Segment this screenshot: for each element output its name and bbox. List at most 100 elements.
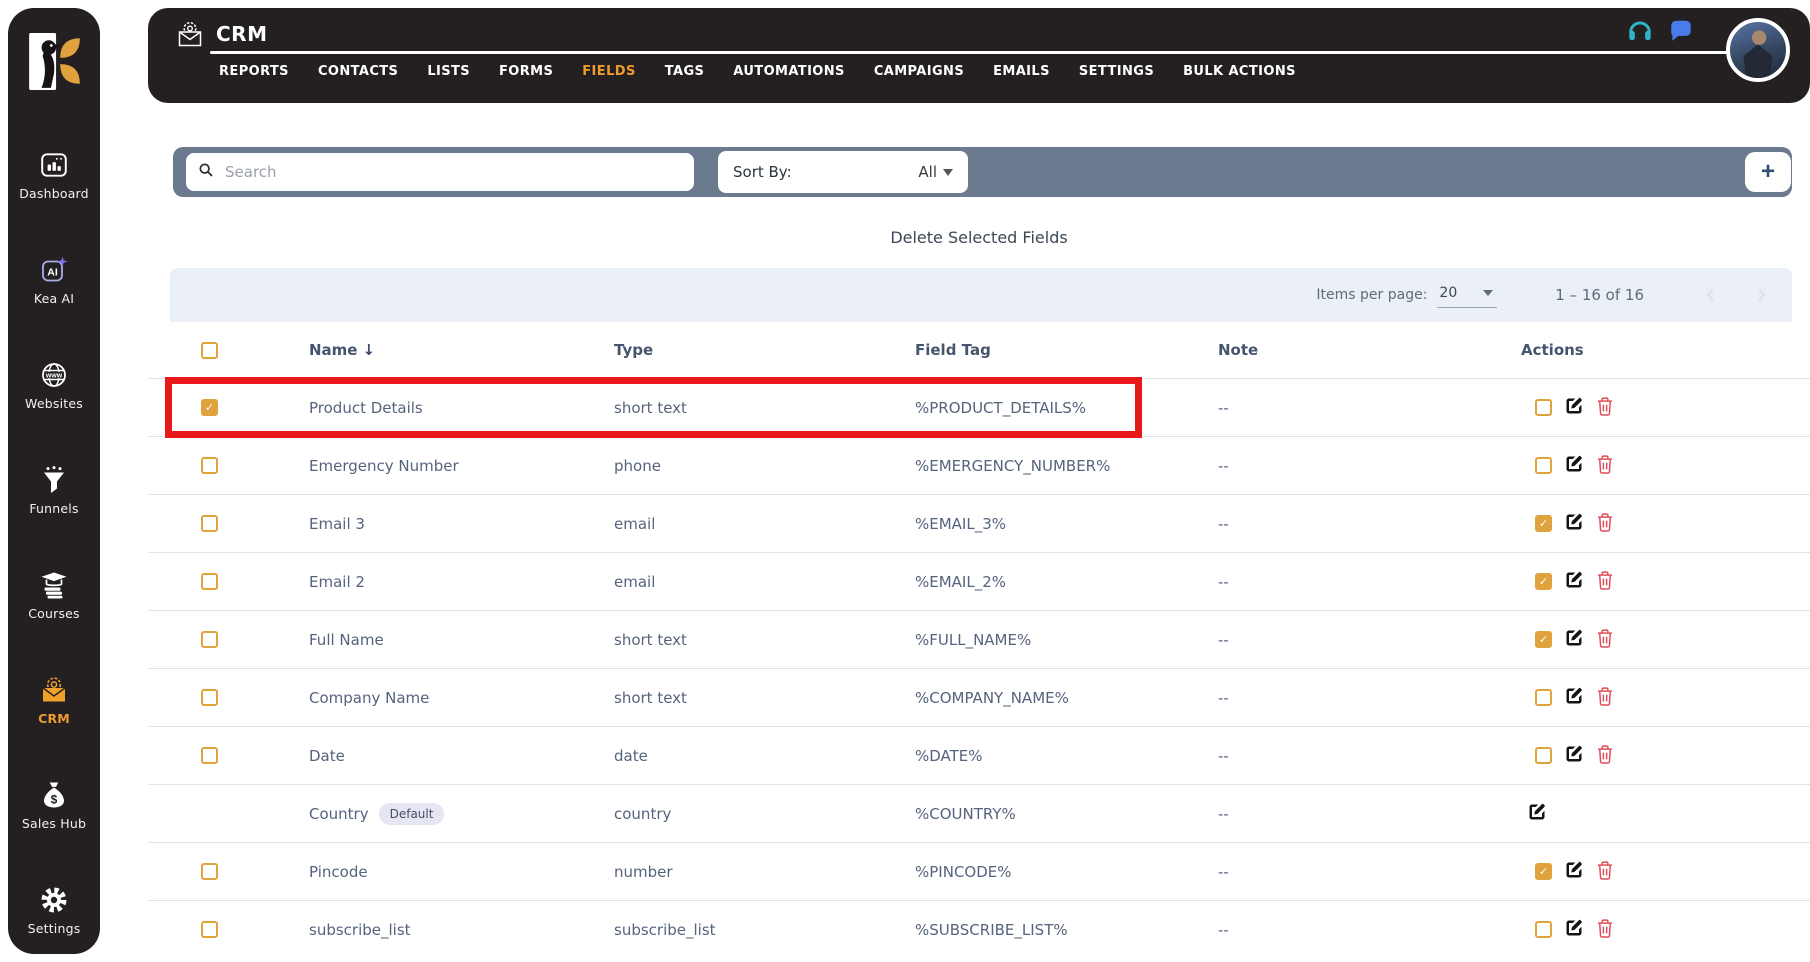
sidebar-item-label: Dashboard (19, 186, 89, 201)
trash-icon (1596, 918, 1614, 941)
crm-envelope-icon (176, 20, 204, 48)
search-box[interactable] (186, 153, 694, 191)
edit-icon (1564, 628, 1584, 651)
sidebar-item-courses[interactable]: Courses (8, 570, 100, 621)
tab-tags[interactable]: TAGS (665, 64, 705, 79)
sidebar-item-sales-hub[interactable]: $ Sales Hub (8, 780, 100, 831)
delete-button[interactable] (1596, 396, 1614, 419)
delete-button[interactable] (1596, 744, 1614, 767)
tab-contacts[interactable]: CONTACTS (318, 64, 398, 79)
funnels-icon (39, 465, 69, 495)
trash-icon (1596, 570, 1614, 593)
tab-reports[interactable]: REPORTS (219, 64, 289, 79)
row-select-checkbox[interactable] (201, 689, 218, 706)
delete-button[interactable] (1596, 860, 1614, 883)
next-page-button[interactable] (1758, 286, 1766, 305)
tab-settings[interactable]: SETTINGS (1079, 64, 1154, 79)
action-checkbox[interactable] (1535, 689, 1552, 706)
edit-button[interactable] (1564, 628, 1584, 651)
kea-logo[interactable] (25, 32, 83, 92)
sidebar-item-crm[interactable]: CRM (8, 675, 100, 726)
table-row-emergency-number: Emergency Number phone %EMERGENCY_NUMBER% -… (148, 436, 1810, 494)
delete-button[interactable] (1596, 628, 1614, 651)
sidebar-item-label: Sales Hub (21, 816, 87, 831)
field-type: email (614, 572, 656, 591)
edit-icon (1564, 860, 1584, 883)
action-checkbox[interactable] (1535, 921, 1552, 938)
row-select-checkbox[interactable] (201, 515, 218, 532)
tab-bulk-actions[interactable]: BULK ACTIONS (1183, 64, 1296, 79)
edit-button[interactable] (1564, 744, 1584, 767)
delete-button[interactable] (1596, 570, 1614, 593)
action-checkbox[interactable] (1535, 863, 1552, 880)
delete-button[interactable] (1596, 454, 1614, 477)
tab-campaigns[interactable]: CAMPAIGNS (874, 64, 964, 79)
chat-icon[interactable] (1668, 18, 1694, 44)
row-select-checkbox[interactable] (201, 631, 218, 648)
edit-button[interactable] (1564, 918, 1584, 941)
tab-forms[interactable]: FORMS (499, 64, 553, 79)
field-name: Company Name (309, 688, 430, 707)
sidebar-item-funnels[interactable]: Funnels (8, 465, 100, 516)
row-select-checkbox[interactable] (201, 747, 218, 764)
sidebar-item-websites[interactable]: www Websites (8, 360, 100, 411)
websites-icon: www (39, 360, 69, 390)
action-checkbox[interactable] (1535, 457, 1552, 474)
column-header-type: Type (614, 341, 654, 359)
edit-icon (1564, 744, 1584, 767)
delete-button[interactable] (1596, 686, 1614, 709)
field-tag: %FULL_NAME% (915, 630, 1032, 649)
field-note: -- (1218, 920, 1229, 939)
column-header-name[interactable]: Name ↓ (309, 341, 614, 359)
edit-button[interactable] (1564, 512, 1584, 535)
add-field-button[interactable]: + (1745, 152, 1791, 192)
avatar[interactable] (1726, 18, 1790, 82)
sort-descending-icon: ↓ (362, 341, 376, 359)
delete-selected-fields-button[interactable]: Delete Selected Fields (148, 228, 1810, 247)
previous-page-button[interactable] (1706, 286, 1714, 305)
tab-emails[interactable]: EMAILS (993, 64, 1050, 79)
edit-button[interactable] (1564, 454, 1584, 477)
row-select-checkbox[interactable] (201, 921, 218, 938)
headphones-icon[interactable] (1626, 16, 1654, 44)
action-checkbox[interactable] (1535, 515, 1552, 532)
tab-lists[interactable]: LISTS (427, 64, 470, 79)
items-per-page-value: 20 (1439, 284, 1458, 301)
edit-icon (1564, 454, 1584, 477)
action-checkbox[interactable] (1535, 573, 1552, 590)
edit-button[interactable] (1564, 686, 1584, 709)
svg-text:$: $ (51, 793, 58, 807)
field-name: Email 3 (309, 514, 365, 533)
delete-button[interactable] (1596, 918, 1614, 941)
sidebar-item-dashboard[interactable]: Dashboard (8, 150, 100, 201)
row-select-checkbox[interactable] (201, 863, 218, 880)
edit-button[interactable] (1564, 396, 1584, 419)
sidebar-item-settings[interactable]: Settings (8, 885, 100, 936)
search-input[interactable] (223, 162, 682, 182)
tab-fields[interactable]: FIELDS (582, 64, 635, 79)
edit-button[interactable] (1564, 860, 1584, 883)
field-type: number (614, 862, 673, 881)
chevron-down-icon (1483, 289, 1494, 296)
edit-button[interactable] (1527, 802, 1547, 825)
tab-automations[interactable]: AUTOMATIONS (733, 64, 845, 79)
courses-icon (39, 570, 69, 600)
action-checkbox[interactable] (1535, 747, 1552, 764)
sort-by-value: All (918, 163, 937, 181)
field-note: -- (1218, 804, 1229, 823)
field-name: Emergency Number (309, 456, 459, 475)
sidebar-item-label: Settings (27, 921, 81, 936)
select-all-checkbox[interactable] (201, 341, 218, 359)
sidebar-item-kea-ai[interactable]: AI Kea AI (8, 255, 100, 306)
row-select-checkbox[interactable] (201, 457, 218, 474)
action-checkbox[interactable] (1535, 631, 1552, 648)
sales-hub-icon: $ (39, 780, 69, 810)
action-checkbox[interactable] (1535, 399, 1552, 416)
row-select-checkbox[interactable] (201, 573, 218, 590)
sort-by-dropdown[interactable]: Sort By: All (718, 151, 968, 193)
edit-button[interactable] (1564, 570, 1584, 593)
delete-button[interactable] (1596, 512, 1614, 535)
row-select-checkbox[interactable] (201, 399, 218, 416)
items-per-page-select[interactable]: 20 (1437, 283, 1498, 308)
trash-icon (1596, 686, 1614, 709)
